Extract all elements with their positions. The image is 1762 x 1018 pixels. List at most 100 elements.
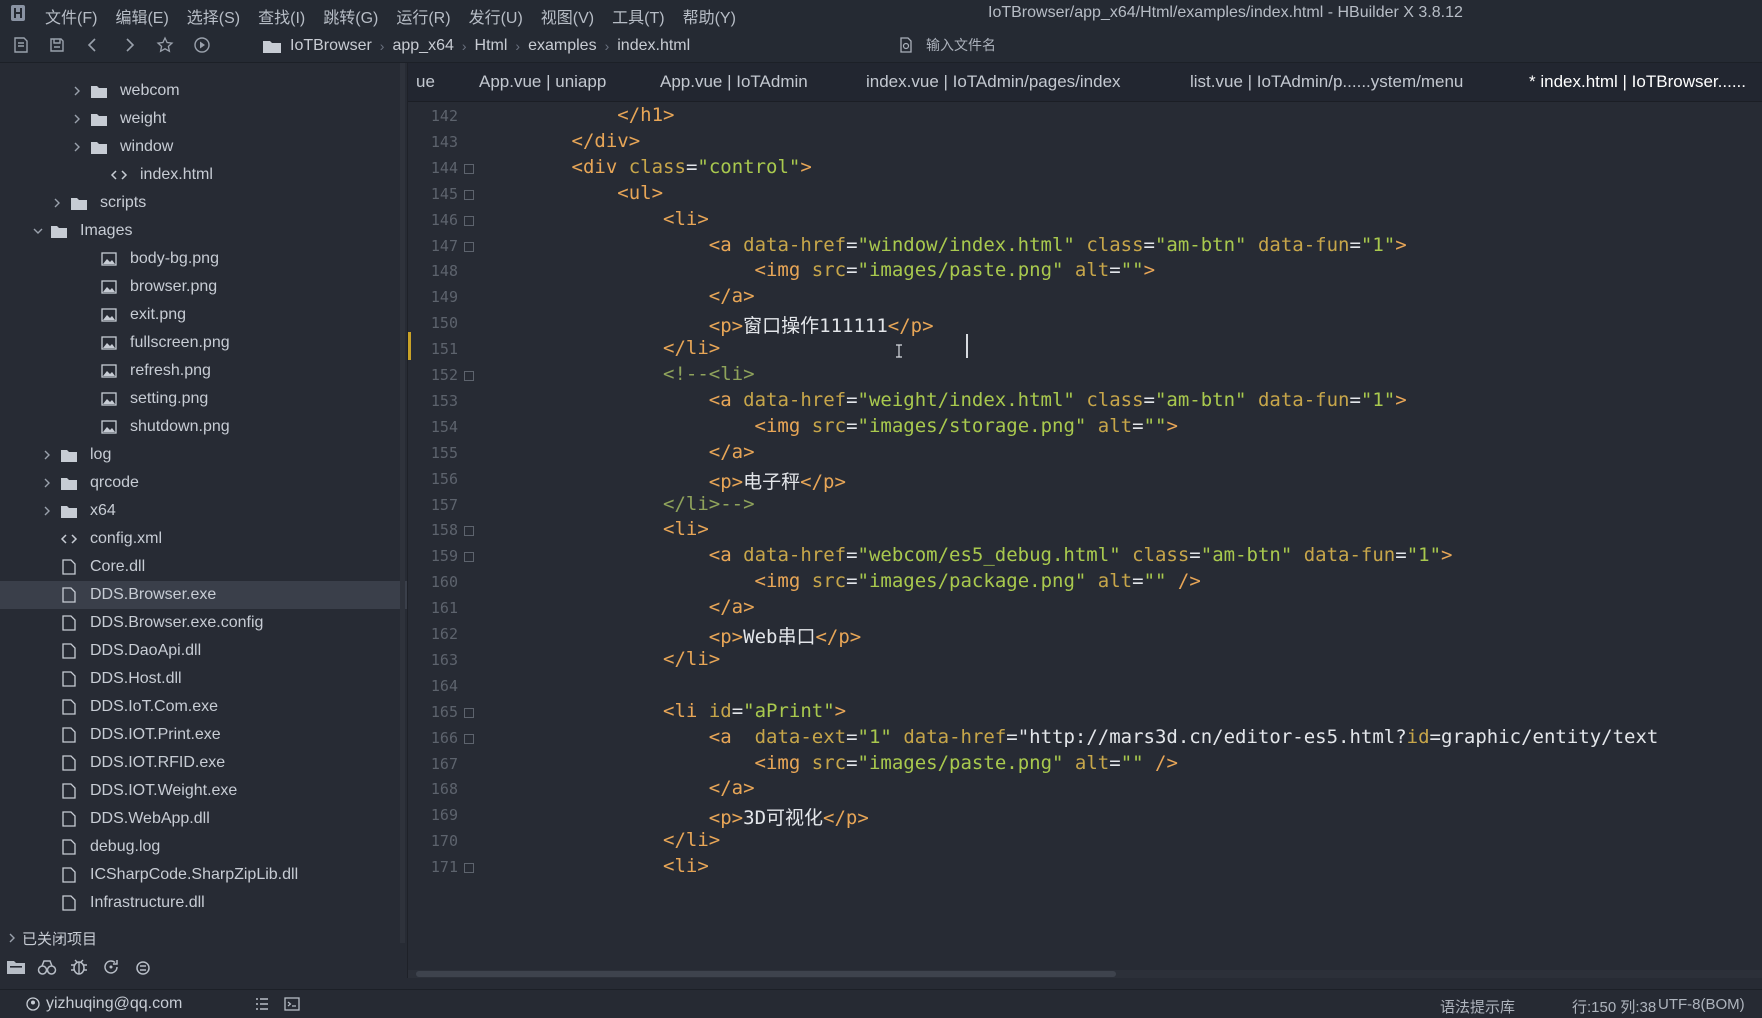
code-line[interactable]: </li> (480, 829, 720, 851)
account[interactable]: yizhuqing@qq.com (26, 995, 182, 1013)
save-icon[interactable] (48, 36, 66, 54)
fold-toggle-icon[interactable] (464, 241, 474, 252)
chevron-right-icon[interactable] (73, 113, 83, 125)
tab-list-vue[interactable]: list.vue | IoTAdmin/p......ystem/menu (1190, 72, 1463, 92)
breadcrumb-item[interactable]: app_x64 (392, 37, 453, 55)
tree-item[interactable]: DDS.IOT.Print.exe (0, 721, 407, 749)
fold-toggle-icon[interactable] (464, 215, 474, 226)
menu-help[interactable]: 帮助(Y) (683, 4, 736, 28)
breadcrumb-item[interactable]: Html (475, 37, 508, 55)
tree-item[interactable]: weight (0, 105, 407, 133)
tree-item[interactable]: DDS.IoT.Com.exe (0, 693, 407, 721)
tab-index-vue[interactable]: index.vue | IoTAdmin/pages/index (866, 72, 1121, 92)
tree-item[interactable]: index.html (0, 161, 407, 189)
code-line[interactable]: <a data-ext="1" data-href="http://mars3d… (480, 726, 1659, 748)
scrollbar-thumb[interactable] (416, 971, 1116, 977)
code-line[interactable]: <ul> (480, 182, 663, 204)
code-line[interactable]: </h1> (480, 104, 674, 126)
back-icon[interactable] (84, 36, 102, 54)
code-line[interactable]: <p>窗口操作111111</p> (480, 311, 934, 338)
menu-tools[interactable]: 工具(T) (612, 4, 664, 28)
fold-toggle-icon[interactable] (464, 163, 474, 174)
chevron-right-icon[interactable] (73, 85, 83, 97)
code-line[interactable]: </li> (480, 337, 720, 359)
menu-find[interactable]: 查找(I) (258, 4, 305, 28)
menu-edit[interactable]: 编辑(E) (115, 4, 168, 28)
tree-item[interactable]: setting.png (0, 385, 407, 413)
breadcrumb-item[interactable]: IoTBrowser (290, 37, 372, 55)
tree-item[interactable]: DDS.IOT.RFID.exe (0, 749, 407, 777)
chevron-right-icon[interactable] (73, 141, 83, 153)
code-line[interactable]: <li id="aPrint"> (480, 700, 846, 722)
breadcrumb-item[interactable]: index.html (617, 37, 690, 55)
chevron-right-icon[interactable] (43, 505, 53, 517)
fold-toggle-icon[interactable] (464, 863, 474, 874)
fold-toggle-icon[interactable] (464, 552, 474, 563)
code-line[interactable]: <img src="images/paste.png" alt="" /> (480, 752, 1178, 774)
outline-icon[interactable] (254, 997, 270, 1011)
bug-icon[interactable] (69, 958, 89, 976)
star-icon[interactable] (156, 36, 174, 54)
code-line[interactable]: <a data-href="window/index.html" class="… (480, 234, 1407, 256)
chevron-right-icon[interactable] (43, 477, 53, 489)
code-line[interactable]: </a> (480, 596, 755, 618)
tree-item[interactable]: DDS.Browser.exe (0, 581, 407, 609)
tree-item[interactable]: DDS.WebApp.dll (0, 805, 407, 833)
tree-item[interactable]: browser.png (0, 273, 407, 301)
tree-item[interactable]: DDS.DaoApi.dll (0, 637, 407, 665)
new-file-icon[interactable] (12, 36, 30, 54)
tree-item[interactable]: DDS.IOT.Weight.exe (0, 777, 407, 805)
code-editor[interactable]: 142 143 144 145 146 147 148 149 150 151 152 153 154 1… (408, 102, 1762, 978)
forward-icon[interactable] (120, 36, 138, 54)
code-line[interactable]: </div> (480, 130, 641, 152)
editor-horizontal-scrollbar[interactable] (408, 970, 1762, 978)
binoculars-icon[interactable] (37, 958, 57, 976)
tree-item[interactable]: Infrastructure.dll (0, 889, 407, 917)
chevron-right-icon[interactable] (43, 449, 53, 461)
code-line[interactable]: <img src="images/storage.png" alt=""> (480, 415, 1178, 437)
code-line[interactable]: </a> (480, 285, 755, 307)
cursor-position[interactable]: 行:150 列:38 (1572, 996, 1656, 1017)
fold-toggle-icon[interactable] (464, 371, 474, 381)
code-line[interactable]: </li>--> (480, 493, 755, 515)
menu-run[interactable]: 运行(R) (396, 4, 450, 28)
code-line[interactable]: </a> (480, 777, 755, 799)
project-manager-icon[interactable] (6, 958, 26, 976)
tree-item[interactable]: webcom (0, 77, 407, 105)
code-line[interactable]: <p>电子秤</p> (480, 467, 846, 494)
tree-item[interactable]: debug.log (0, 833, 407, 861)
fold-toggle-icon[interactable] (464, 189, 474, 200)
tree-item[interactable]: fullscreen.png (0, 329, 407, 357)
tree-item[interactable]: qrcode (0, 469, 407, 497)
tab-ue[interactable]: ue (416, 72, 435, 92)
code-line[interactable]: <li> (480, 208, 709, 230)
fold-toggle-icon[interactable] (464, 733, 474, 744)
code-line[interactable]: <li> (480, 518, 709, 540)
run-icon[interactable] (193, 36, 211, 54)
tab-app-vue-iotadmin[interactable]: App.vue | IoTAdmin (660, 72, 808, 92)
code-line[interactable]: <a data-href="webcom/es5_debug.html" cla… (480, 544, 1453, 566)
tree-item[interactable]: window (0, 133, 407, 161)
tree-item[interactable]: ICSharpCode.SharpZipLib.dll (0, 861, 407, 889)
file-encoding[interactable]: UTF-8(BOM) (1658, 996, 1745, 1013)
syntax-library[interactable]: 语法提示库 (1440, 996, 1515, 1017)
fold-toggle-icon[interactable] (464, 707, 474, 718)
menu-select[interactable]: 选择(S) (187, 4, 240, 28)
code-line[interactable]: <li> (480, 855, 709, 877)
tree-item[interactable]: log (0, 441, 407, 469)
closed-projects[interactable]: 已关闭项目 (0, 925, 407, 951)
tree-item[interactable]: DDS.Host.dll (0, 665, 407, 693)
tree-item[interactable]: Images (0, 217, 407, 245)
code-line[interactable]: <img src="images/package.png" alt="" /> (480, 570, 1201, 592)
code-line[interactable]: <p>3D可视化</p> (480, 803, 869, 830)
tree-item[interactable]: body-bg.png (0, 245, 407, 273)
menu-publish[interactable]: 发行(U) (469, 4, 523, 28)
tree-item[interactable]: scripts (0, 189, 407, 217)
code-line[interactable]: <a data-href="weight/index.html" class="… (480, 389, 1407, 411)
tree-item[interactable]: exit.png (0, 301, 407, 329)
code-line[interactable]: <div class="control"> (480, 156, 812, 178)
sidebar-scrollbar[interactable] (400, 63, 405, 943)
tree-item[interactable]: Core.dll (0, 553, 407, 581)
code-line[interactable]: </li> (480, 648, 720, 670)
plugin-icon[interactable] (133, 958, 153, 976)
